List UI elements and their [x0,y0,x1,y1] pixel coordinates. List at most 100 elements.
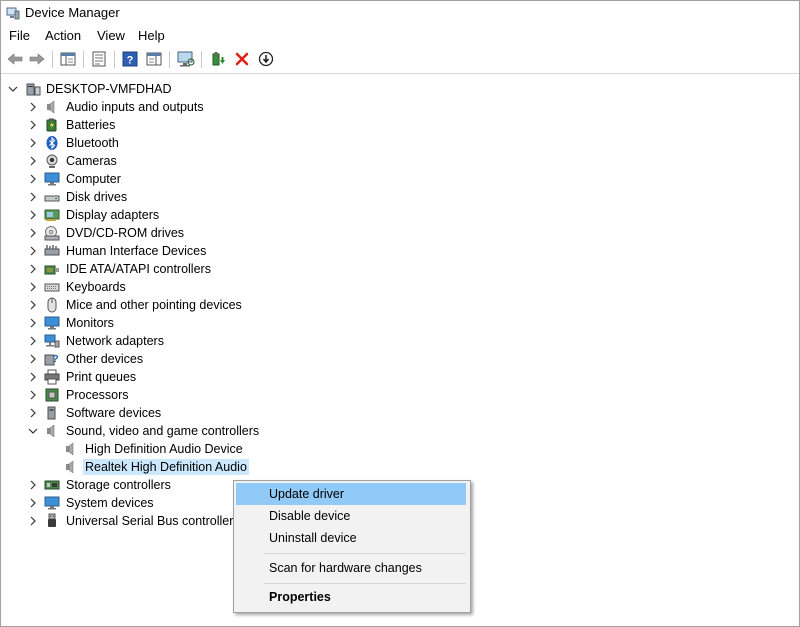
category-bluetooth[interactable]: Bluetooth [1,134,799,152]
menu-file[interactable]: File [9,27,30,45]
device-realtek-audio[interactable]: Realtek High Definition Audio [1,458,799,476]
menu-separator [264,583,466,584]
toolbar-separator [83,51,84,68]
category-batteries[interactable]: Batteries [1,116,799,134]
toolbar-separator [114,51,115,68]
disable-device-menu-item[interactable]: Disable device [236,505,466,527]
expand-chevron-icon[interactable] [27,280,39,294]
category-display-adapters[interactable]: Display adapters [1,206,799,224]
uninstall-button[interactable] [232,49,252,69]
category-mice[interactable]: Mice and other pointing devices [1,296,799,314]
category-label: Print queues [66,370,137,384]
category-label: Keyboards [66,280,126,294]
expand-chevron-icon[interactable] [27,370,39,384]
svg-text:?: ? [127,55,134,67]
category-network-adapters[interactable]: Network adapters [1,332,799,350]
context-menu: Update driver Disable device Uninstall d… [233,480,471,613]
forward-button[interactable] [27,49,47,69]
update-driver-button[interactable] [208,49,228,69]
menu-help[interactable]: Help [138,27,165,45]
printer-icon [44,369,60,385]
expand-chevron-icon[interactable] [27,262,39,276]
menu-separator [264,553,466,554]
menu-item-label: Scan for hardware changes [269,561,422,575]
expand-chevron-icon[interactable] [27,388,39,402]
tree-root[interactable]: DESKTOP-VMFDHAD [1,80,799,98]
toolbar: ? [1,47,799,74]
expand-chevron-icon[interactable] [27,496,39,510]
category-computer[interactable]: Computer [1,170,799,188]
device-high-definition-audio[interactable]: High Definition Audio Device [1,440,799,458]
category-other-devices[interactable]: ? Other devices [1,350,799,368]
category-monitors[interactable]: Monitors [1,314,799,332]
category-cameras[interactable]: Cameras [1,152,799,170]
category-label: Universal Serial Bus controllers [66,514,240,528]
category-label: Sound, video and game controllers [66,424,260,438]
update-driver-menu-item[interactable]: Update driver [236,483,466,505]
menu-action[interactable]: Action [45,27,81,45]
battery-icon [46,118,57,132]
category-label: Mice and other pointing devices [66,298,242,312]
menu-item-label: Update driver [269,487,345,501]
ide-controller-icon [44,265,59,275]
expand-chevron-icon[interactable] [27,190,39,204]
category-label: Other devices [66,352,144,366]
expand-chevron-icon[interactable] [27,316,39,330]
keyboard-icon [44,283,60,292]
expand-chevron-icon[interactable] [27,478,39,492]
expand-chevron-icon[interactable] [27,208,39,222]
category-dvd-cdrom[interactable]: DVD/CD-ROM drives [1,224,799,242]
uninstall-icon [235,52,249,66]
expand-chevron-icon[interactable] [27,136,39,150]
category-label: Network adapters [66,334,164,348]
toolbar-separator [52,51,53,68]
computer-icon [44,172,60,186]
category-keyboards[interactable]: Keyboards [1,278,799,296]
scan-hardware-menu-item[interactable]: Scan for hardware changes [236,557,466,579]
webcam-icon [46,154,58,168]
menu-bar: File Action View Help [1,26,799,46]
properties-icon [92,51,106,67]
scan-hardware-button[interactable] [176,49,196,69]
collapse-chevron-icon[interactable] [27,424,39,438]
category-software-devices[interactable]: Software devices [1,404,799,422]
expand-chevron-icon[interactable] [27,406,39,420]
category-label: System devices [66,496,154,510]
expand-chevron-icon[interactable] [27,226,39,240]
menu-view[interactable]: View [97,27,125,45]
expand-chevron-icon[interactable] [27,100,39,114]
device-manager-icon [6,7,20,20]
category-label: Processors [66,388,129,402]
expand-chevron-icon[interactable] [27,352,39,366]
expand-chevron-icon[interactable] [27,244,39,258]
disable-button[interactable] [256,49,276,69]
category-sound-video-game[interactable]: Sound, video and game controllers [1,422,799,440]
expand-chevron-icon[interactable] [27,298,39,312]
properties-menu-item[interactable]: Properties [236,586,466,608]
collapse-chevron-icon[interactable] [7,82,19,96]
category-print-queues[interactable]: Print queues [1,368,799,386]
category-label: Bluetooth [66,136,119,150]
category-ide-ata[interactable]: IDE ATA/ATAPI controllers [1,260,799,278]
speaker-icon [66,442,74,456]
menu-item-label: Disable device [269,509,351,523]
expand-chevron-icon[interactable] [27,118,39,132]
expand-chevron-icon[interactable] [27,334,39,348]
category-label: Batteries [66,118,116,132]
speaker-icon [66,460,74,474]
expand-chevron-icon[interactable] [27,514,39,528]
properties-button[interactable] [89,49,109,69]
show-hide-console-tree-icon [60,52,76,66]
expand-chevron-icon[interactable] [27,172,39,186]
category-processors[interactable]: Processors [1,386,799,404]
uninstall-device-menu-item[interactable]: Uninstall device [236,527,466,549]
category-audio-inputs[interactable]: Audio inputs and outputs [1,98,799,116]
help-button[interactable]: ? [120,49,140,69]
disable-icon [258,51,274,67]
action-pane-button[interactable] [144,49,164,69]
category-disk-drives[interactable]: Disk drives [1,188,799,206]
category-hid[interactable]: Human Interface Devices [1,242,799,260]
expand-chevron-icon[interactable] [27,154,39,168]
show-hide-console-tree-button[interactable] [58,49,78,69]
back-button[interactable] [5,49,25,69]
